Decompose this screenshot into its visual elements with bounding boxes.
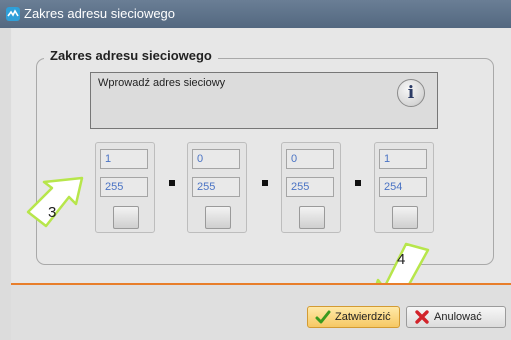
octet-4: 1 254 [374, 142, 434, 233]
octet-3-start-input[interactable]: 0 [286, 149, 334, 169]
octet-2-end-input[interactable]: 255 [192, 177, 240, 197]
app-icon [6, 7, 20, 21]
octet-2-toggle-button[interactable] [205, 206, 231, 229]
octet-4-start-input[interactable]: 1 [379, 149, 427, 169]
octet-3-end-input[interactable]: 255 [286, 177, 334, 197]
dot-separator [355, 180, 361, 186]
left-border [0, 28, 11, 340]
title-bar[interactable]: Zakres adresu sieciowego [0, 0, 511, 28]
checkmark-icon [315, 309, 331, 325]
info-icon[interactable]: i [397, 79, 425, 107]
octet-3-toggle-button[interactable] [299, 206, 325, 229]
octet-1: 1 255 [95, 142, 155, 233]
callout-arrow-icon [26, 176, 84, 228]
octet-2: 0 255 [187, 142, 247, 233]
octet-2-start-input[interactable]: 0 [192, 149, 240, 169]
octet-3: 0 255 [281, 142, 341, 233]
callout-number: 4 [397, 251, 406, 268]
octet-1-toggle-button[interactable] [113, 206, 139, 229]
dialog-window: Zakres adresu sieciowego Zakres adresu s… [0, 0, 511, 340]
confirm-label: Zatwierdzić [335, 311, 391, 323]
group-legend: Zakres adresu sieciowego [44, 48, 218, 63]
info-text: Wprowadź adres sieciowy [98, 77, 226, 89]
window-title: Zakres adresu sieciowego [24, 6, 176, 21]
cancel-button[interactable]: Anulować [406, 306, 506, 328]
x-icon [414, 309, 430, 325]
callout-number: 3 [48, 204, 57, 221]
octet-4-toggle-button[interactable] [392, 206, 418, 229]
octet-1-start-input[interactable]: 1 [100, 149, 148, 169]
dot-separator [262, 180, 268, 186]
confirm-button[interactable]: Zatwierdzić [307, 306, 400, 328]
octet-1-end-input[interactable]: 255 [100, 177, 148, 197]
dot-separator [169, 180, 175, 186]
cancel-label: Anulować [434, 311, 482, 323]
octet-4-end-input[interactable]: 254 [379, 177, 427, 197]
info-box: Wprowadź adres sieciowy i [90, 72, 438, 129]
